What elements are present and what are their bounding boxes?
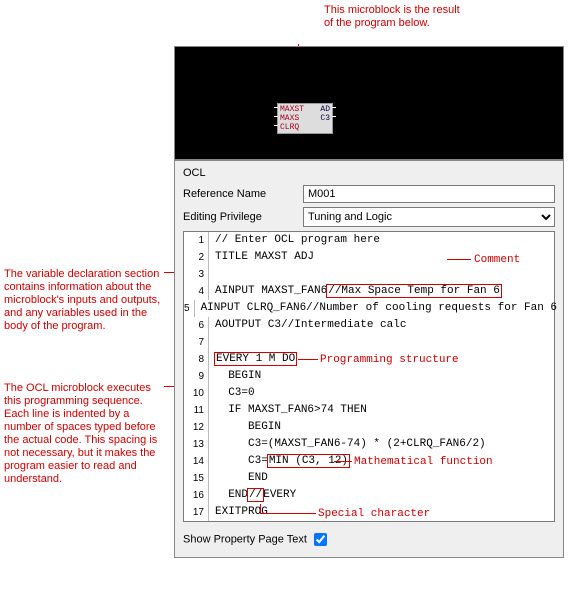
- code-line: C3=0: [209, 385, 255, 402]
- comment-highlight: //Max Space Temp for Fan 6: [327, 285, 501, 297]
- line-number: 13: [184, 436, 209, 453]
- code-line: TITLE MAXST ADJ: [209, 249, 314, 266]
- line-number: 3: [184, 266, 209, 283]
- line-number: 6: [184, 317, 209, 334]
- code-editor[interactable]: Comment Programming structure Mathematic…: [183, 231, 555, 522]
- top-caption: This microblock is the result of the pro…: [324, 4, 464, 30]
- code-line: C3=(MAXST_FAN6-74) * (2+CLRQ_FAN6/2): [209, 436, 486, 453]
- special-char-highlight: //: [248, 489, 263, 501]
- mb-in: MAXST: [280, 105, 304, 114]
- show-property-page-label: Show Property Page Text: [183, 533, 307, 545]
- code-line: END//EVERY: [209, 487, 296, 504]
- line-number: 16: [184, 487, 209, 504]
- leader-line: [334, 461, 352, 462]
- code-line: [209, 266, 215, 283]
- code-line: AINPUT CLRQ_FAN6//Number of cooling requ…: [195, 300, 557, 317]
- callout-programming-structure: Programming structure: [320, 352, 459, 369]
- line-number: 4: [184, 283, 209, 300]
- code-line: BEGIN: [209, 419, 281, 436]
- show-property-page-checkbox[interactable]: [314, 533, 327, 546]
- leader-line: [260, 513, 316, 514]
- side-note-declaration: The variable declaration section contain…: [4, 268, 164, 333]
- mb-in: CLRQ: [280, 123, 299, 132]
- editing-privilege-select[interactable]: Tuning and Logic: [303, 207, 555, 227]
- microblock-preview: MAXST AD MAXS C3 CLRQ: [174, 46, 564, 160]
- callout-special-character: Special character: [318, 506, 430, 523]
- code-line: C3=MIN (C3, 12): [209, 453, 349, 470]
- side-note-sequence: The OCL microblock executes this program…: [4, 382, 164, 486]
- line-number: 17: [184, 504, 209, 521]
- line-number: 5: [184, 300, 195, 317]
- code-line: AINPUT MAXST_FAN6//Max Space Temp for Fa…: [209, 283, 501, 300]
- line-number: 10: [184, 385, 209, 402]
- reference-name-input[interactable]: [303, 185, 555, 203]
- code-line: EXITPROG: [209, 504, 268, 521]
- code-line: END: [209, 470, 268, 487]
- line-number: 9: [184, 368, 209, 385]
- code-line: BEGIN: [209, 368, 261, 385]
- line-number: 15: [184, 470, 209, 487]
- code-line: EVERY 1 M DO: [209, 351, 296, 368]
- code-line: AOUTPUT C3//Intermediate calc: [209, 317, 406, 334]
- code-line: [209, 334, 215, 351]
- structure-highlight: EVERY 1 M DO: [215, 353, 296, 365]
- mb-in: MAXS: [280, 114, 299, 123]
- microblock-icon: MAXST AD MAXS C3 CLRQ: [277, 103, 333, 134]
- panel-title: OCL: [183, 167, 555, 179]
- code-line: // Enter OCL program here: [209, 232, 380, 249]
- main-panel: MAXST AD MAXS C3 CLRQ OCL Reference Name E…: [174, 46, 564, 558]
- reference-name-label: Reference Name: [183, 188, 303, 200]
- line-number: 8: [184, 351, 209, 368]
- line-number: 1: [184, 232, 209, 249]
- line-number: 14: [184, 453, 209, 470]
- leader-line: [447, 259, 471, 260]
- line-number: 12: [184, 419, 209, 436]
- mb-out: C3: [320, 114, 330, 123]
- leader-line: [298, 359, 318, 360]
- line-number: 11: [184, 402, 209, 419]
- mb-out: AD: [320, 105, 330, 114]
- properties-panel: OCL Reference Name Editing Privilege Tun…: [174, 160, 564, 558]
- code-line: IF MAXST_FAN6>74 THEN: [209, 402, 367, 419]
- callout-math-function: Mathematical function: [354, 454, 493, 471]
- line-number: 7: [184, 334, 209, 351]
- editing-privilege-label: Editing Privilege: [183, 211, 303, 223]
- callout-comment: Comment: [474, 252, 520, 269]
- line-number: 2: [184, 249, 209, 266]
